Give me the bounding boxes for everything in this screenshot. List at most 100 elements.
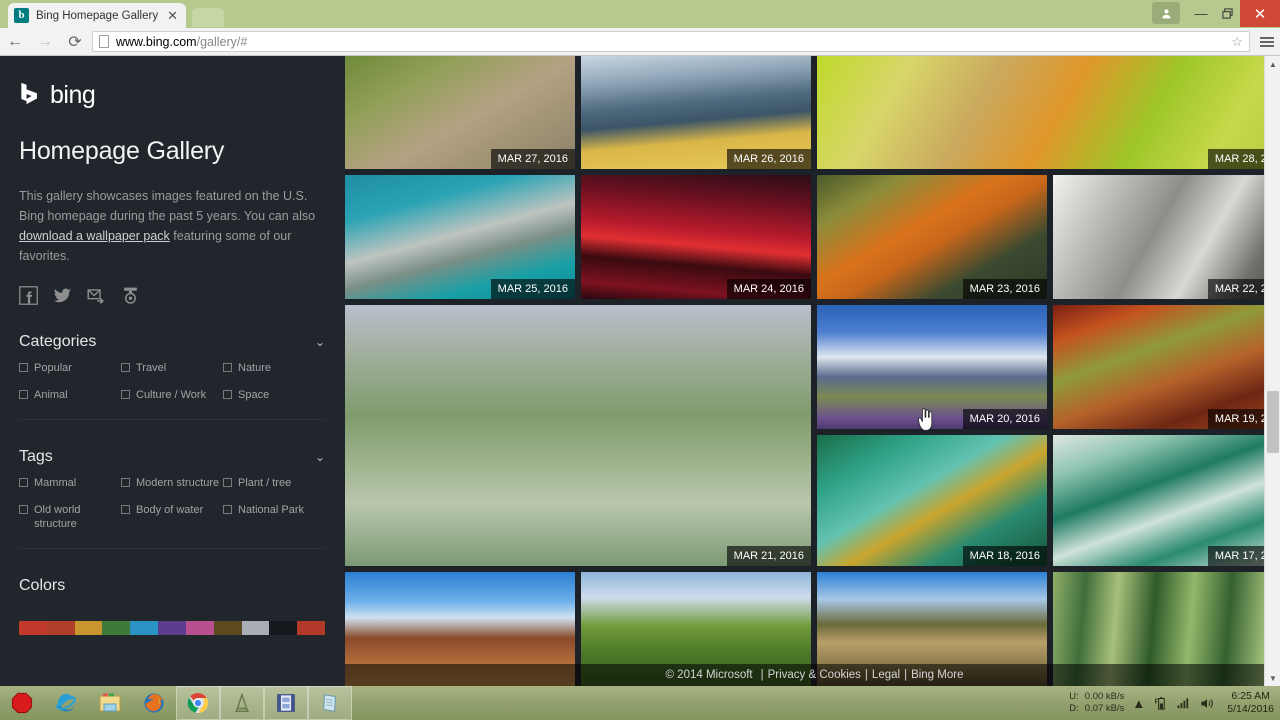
file-explorer-icon[interactable]: [88, 686, 132, 720]
forward-button: →: [30, 33, 60, 51]
scroll-down-arrow-icon[interactable]: ▼: [1265, 670, 1280, 686]
chrome-menu-icon[interactable]: [1254, 35, 1280, 49]
bookmark-star-icon[interactable]: ☆: [1231, 34, 1243, 50]
close-icon[interactable]: ✕: [165, 9, 180, 22]
tags-header[interactable]: Tags ⌄: [19, 448, 325, 476]
gallery-tile[interactable]: MAR 27, 2016: [345, 56, 575, 169]
option-national-park[interactable]: National Park: [223, 503, 325, 531]
checkbox-icon[interactable]: [223, 390, 232, 399]
firefox-icon[interactable]: [132, 686, 176, 720]
option-travel[interactable]: Travel: [121, 361, 223, 375]
page-scrollbar[interactable]: ▲ ▼: [1264, 56, 1280, 686]
gallery-tile[interactable]: MAR 26, 2016: [581, 56, 811, 169]
color-swatch[interactable]: [75, 621, 103, 635]
tile-date-label: MAR 26, 2016: [727, 149, 811, 169]
facebook-icon[interactable]: [19, 286, 38, 305]
gallery-tile[interactable]: MAR 19, 20: [1053, 305, 1280, 429]
color-swatch[interactable]: [19, 621, 47, 635]
reload-button[interactable]: ⟳: [60, 32, 90, 52]
url-host: www.bing.com: [116, 35, 197, 49]
close-window-button[interactable]: ✕: [1240, 0, 1280, 27]
share-icon[interactable]: [121, 286, 140, 305]
chevron-down-icon[interactable]: ⌄: [315, 450, 325, 464]
battery-icon[interactable]: [1153, 696, 1168, 711]
address-bar[interactable]: www.bing.com/gallery/# ☆: [92, 31, 1250, 52]
color-swatch[interactable]: [242, 621, 270, 635]
back-button[interactable]: ←: [0, 33, 30, 51]
vlc-icon[interactable]: [220, 686, 264, 720]
user-avatar-button[interactable]: [1152, 2, 1180, 24]
gallery-tile[interactable]: MAR 21, 2016: [345, 305, 811, 566]
option-animal[interactable]: Animal: [19, 388, 121, 402]
browser-tab[interactable]: b Bing Homepage Gallery ✕: [8, 3, 186, 28]
color-swatch[interactable]: [214, 621, 242, 635]
option-mammal[interactable]: Mammal: [19, 476, 121, 490]
checkbox-icon[interactable]: [121, 478, 130, 487]
network-speed-indicator[interactable]: U: D: 0.00 kB/s 0.07 kB/s: [1069, 691, 1124, 715]
gallery-tile[interactable]: MAR 23, 2016: [817, 175, 1047, 299]
colors-header[interactable]: Colors: [19, 577, 325, 605]
maximize-button[interactable]: [1212, 0, 1242, 26]
checkbox-icon[interactable]: [19, 505, 28, 514]
gallery-tile[interactable]: MAR 24, 2016: [581, 175, 811, 299]
notepad-icon[interactable]: [308, 686, 352, 720]
twitter-icon[interactable]: [53, 286, 72, 305]
option-label: Plant / tree: [238, 476, 291, 490]
video-editor-icon[interactable]: [264, 686, 308, 720]
option-body-of-water[interactable]: Body of water: [121, 503, 223, 531]
checkbox-icon[interactable]: [121, 390, 130, 399]
checkbox-icon[interactable]: [223, 478, 232, 487]
color-swatch[interactable]: [186, 621, 214, 635]
color-swatch[interactable]: [158, 621, 186, 635]
checkbox-icon[interactable]: [223, 505, 232, 514]
color-swatch[interactable]: [130, 621, 158, 635]
option-culture-work[interactable]: Culture / Work: [121, 388, 223, 402]
gallery-tile[interactable]: MAR 22, 20: [1053, 175, 1280, 299]
option-nature[interactable]: Nature: [223, 361, 325, 375]
option-modern-structure[interactable]: Modern structure: [121, 476, 223, 490]
checkbox-icon[interactable]: [223, 363, 232, 372]
signal-icon[interactable]: [1176, 696, 1191, 710]
checkbox-icon[interactable]: [121, 363, 130, 372]
wallpaper-pack-link[interactable]: download a wallpaper pack: [19, 229, 170, 243]
option-popular[interactable]: Popular: [19, 361, 121, 375]
color-swatch[interactable]: [297, 621, 325, 635]
categories-title: Categories: [19, 333, 96, 351]
gallery-tile[interactable]: MAR 28, 20: [817, 56, 1280, 169]
stop-octagon-icon: [11, 692, 33, 714]
taskbar-clock[interactable]: 6:25 AM 5/14/2016: [1223, 690, 1274, 716]
show-hidden-icons[interactable]: ▲: [1132, 696, 1145, 711]
option-label: Old world structure: [34, 503, 121, 531]
download-label: D:: [1069, 703, 1079, 715]
scrollbar-thumb[interactable]: [1267, 391, 1279, 453]
footer-link[interactable]: Legal: [872, 669, 900, 681]
volume-icon[interactable]: [1199, 696, 1215, 711]
gallery-tile[interactable]: MAR 18, 2016: [817, 435, 1047, 566]
scroll-up-arrow-icon[interactable]: ▲: [1265, 56, 1280, 72]
categories-header[interactable]: Categories ⌄: [19, 333, 325, 361]
option-space[interactable]: Space: [223, 388, 325, 402]
footer-link[interactable]: Bing More: [911, 669, 963, 681]
chevron-down-icon[interactable]: ⌄: [315, 335, 325, 349]
color-swatch[interactable]: [47, 621, 75, 635]
checkbox-icon[interactable]: [19, 390, 28, 399]
upload-value: 0.00 kB/s: [1085, 691, 1125, 703]
checkbox-icon[interactable]: [19, 478, 28, 487]
gallery-tile[interactable]: MAR 17, 20: [1053, 435, 1280, 566]
color-swatch[interactable]: [269, 621, 297, 635]
color-swatch[interactable]: [102, 621, 130, 635]
colors-title: Colors: [19, 577, 65, 595]
stop-record-icon[interactable]: [0, 686, 44, 720]
email-icon[interactable]: [87, 286, 106, 305]
checkbox-icon[interactable]: [121, 505, 130, 514]
chrome-icon[interactable]: [176, 686, 220, 720]
bing-logo[interactable]: bing: [19, 78, 325, 112]
footer-link[interactable]: Privacy & Cookies: [768, 669, 861, 681]
option-old-world-structure[interactable]: Old world structure: [19, 503, 121, 531]
gallery-tile[interactable]: MAR 20, 2016: [817, 305, 1047, 429]
checkbox-icon[interactable]: [19, 363, 28, 372]
internet-explorer-icon[interactable]: [44, 686, 88, 720]
gallery-tile[interactable]: MAR 25, 2016: [345, 175, 575, 299]
option-plant-tree[interactable]: Plant / tree: [223, 476, 325, 490]
new-tab-button[interactable]: [192, 8, 224, 27]
